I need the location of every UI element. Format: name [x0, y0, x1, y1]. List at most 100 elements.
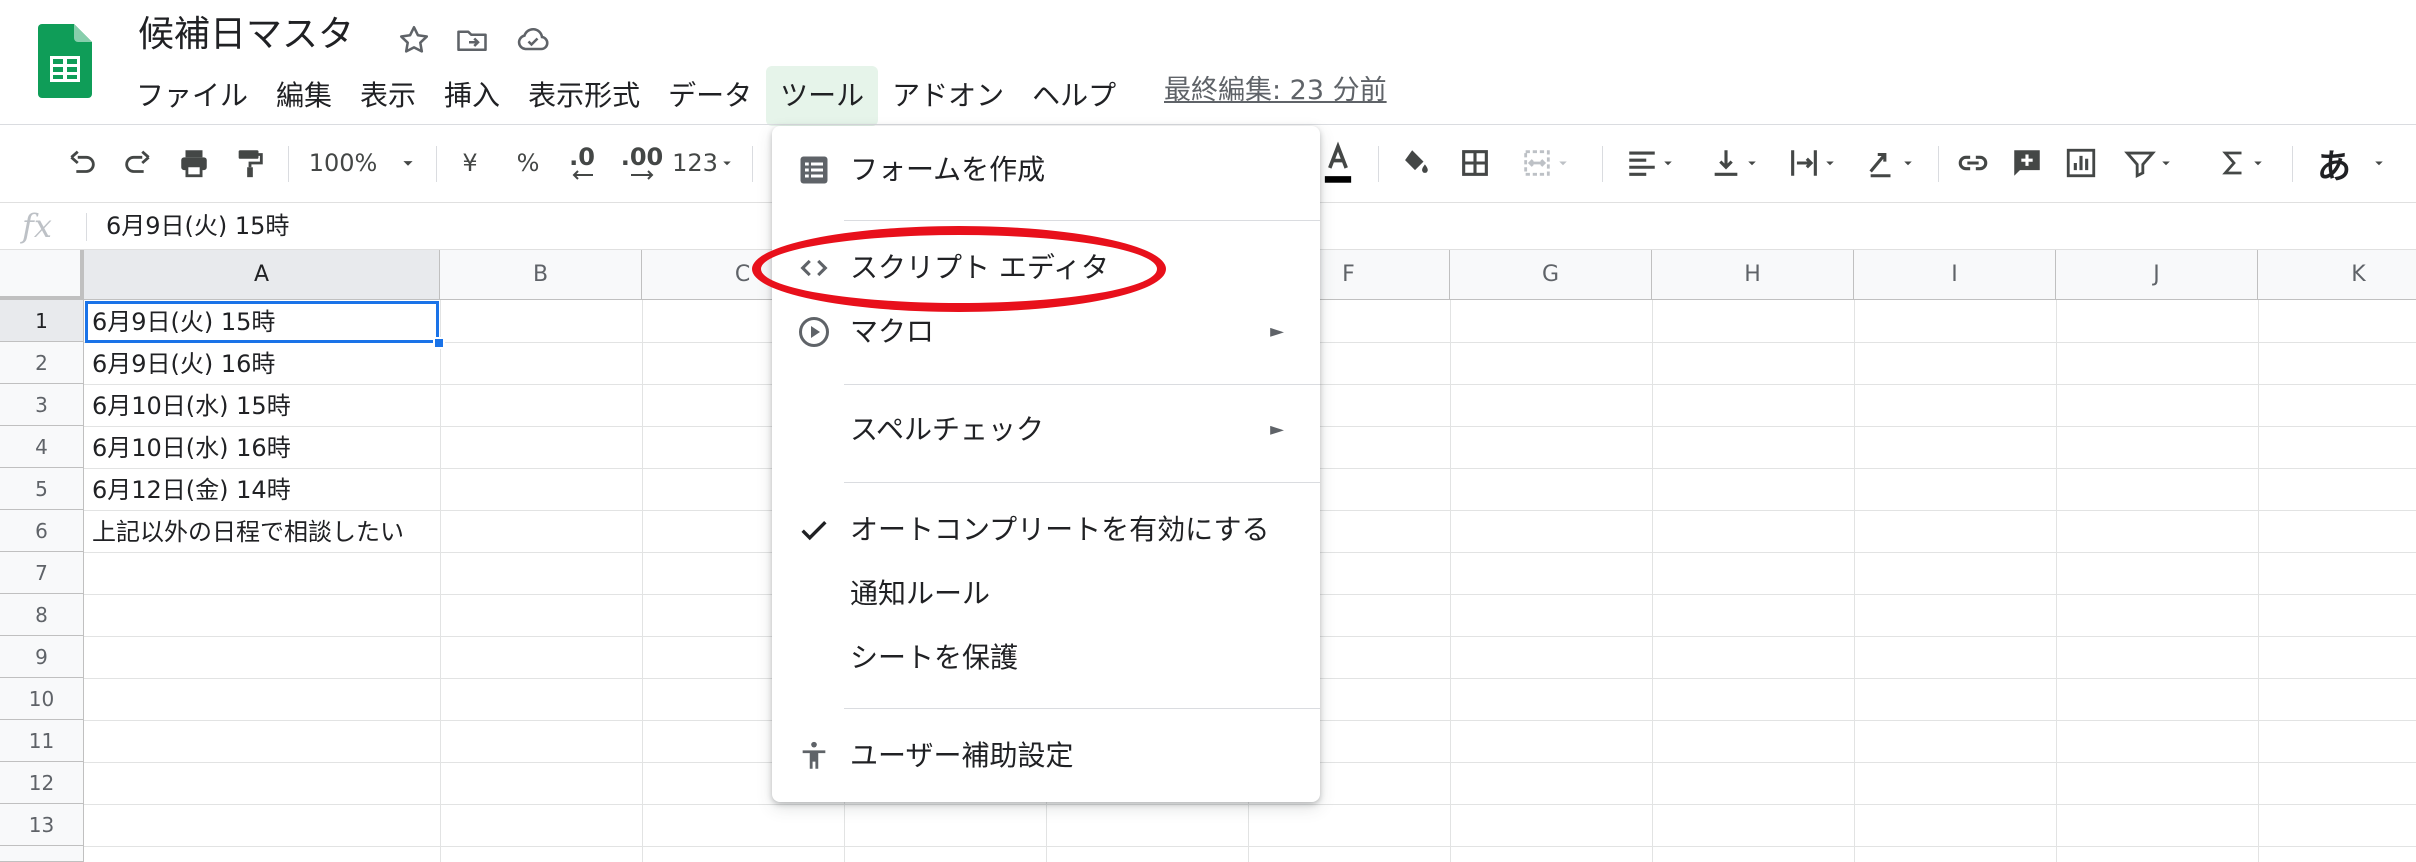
fill-color-icon[interactable] [1392, 138, 1438, 188]
cell-a5[interactable]: 6月12日(金) 14時 [92, 470, 291, 510]
menu-addons[interactable]: アドオン [878, 66, 1018, 126]
column-header-h[interactable]: H [1652, 250, 1854, 300]
last-edit-link[interactable]: 最終編集: 23 分前 [1164, 68, 1387, 114]
menu-separator [844, 384, 1320, 385]
menu-item-protect-sheet[interactable]: シートを保護 [772, 628, 1320, 688]
row-header-1[interactable]: 1 [0, 300, 84, 342]
chevron-down-icon [2254, 161, 2262, 166]
column-header-g[interactable]: G [1450, 250, 1652, 300]
cell-a6[interactable]: 上記以外の日程で相談したい [92, 512, 404, 552]
form-icon [796, 152, 832, 188]
menu-item-spellcheck[interactable]: スペルチェック ► [772, 400, 1320, 460]
move-folder-icon[interactable] [454, 22, 490, 58]
toolbar-separator [1378, 146, 1379, 182]
tools-menu: フォームを作成 スクリプト エディタ マクロ ► スペルチェック ► オートコン… [772, 126, 1320, 802]
column-header-k[interactable]: K [2258, 250, 2416, 300]
row-header-6[interactable]: 6 [0, 510, 84, 552]
chevron-down-icon [1826, 161, 1834, 166]
text-wrapping-icon[interactable] [1778, 138, 1848, 188]
formula-input[interactable]: 6月9日(火) 15時 [106, 203, 289, 249]
functions-icon[interactable] [2208, 138, 2278, 188]
arrow-right-icon [631, 170, 654, 180]
redo-icon[interactable] [114, 138, 162, 188]
toolbar-separator [752, 146, 753, 182]
cell-a2[interactable]: 6月9日(火) 16時 [92, 344, 275, 384]
row-header-12[interactable]: 12 [0, 762, 84, 804]
insert-comment-icon[interactable] [2004, 138, 2050, 188]
chevron-down-icon [1748, 161, 1756, 166]
print-icon[interactable] [170, 138, 218, 188]
menu-edit[interactable]: 編集 [262, 66, 346, 126]
zoom-value: 100% [308, 149, 378, 177]
row-header-4[interactable]: 4 [0, 426, 84, 468]
gridline [84, 804, 2416, 805]
sheets-logo-icon[interactable] [38, 24, 92, 98]
percent-format-button[interactable]: % [508, 138, 548, 188]
column-header-a[interactable]: A [84, 250, 440, 300]
menu-insert[interactable]: 挿入 [430, 66, 514, 126]
menu-item-autocomplete[interactable]: オートコンプリートを有効にする [772, 500, 1320, 560]
menu-view[interactable]: 表示 [346, 66, 430, 126]
highlight-ellipse-annotation [752, 226, 1166, 312]
toolbar-separator [288, 146, 289, 182]
submenu-arrow-icon: ► [1270, 419, 1284, 440]
formula-bar-separator [86, 213, 87, 241]
undo-icon[interactable] [58, 138, 106, 188]
row-header-2[interactable]: 2 [0, 342, 84, 384]
number-format-select[interactable]: 123 [672, 138, 736, 188]
submenu-arrow-icon: ► [1270, 321, 1284, 342]
row-header-8[interactable]: 8 [0, 594, 84, 636]
menu-item-macros[interactable]: マクロ ► [772, 302, 1320, 362]
paint-format-icon[interactable] [226, 138, 274, 188]
menu-tools[interactable]: ツール [766, 66, 879, 126]
zoom-select[interactable]: 100% [304, 138, 424, 188]
insert-link-icon[interactable] [1950, 138, 1996, 188]
row-header-13[interactable]: 13 [0, 804, 84, 846]
row-header-10[interactable]: 10 [0, 678, 84, 720]
column-header-i[interactable]: I [1854, 250, 2056, 300]
menu-format[interactable]: 表示形式 [514, 66, 654, 126]
menu-help[interactable]: ヘルプ [1018, 66, 1130, 126]
text-color-icon[interactable] [1318, 138, 1358, 188]
star-icon[interactable] [396, 22, 432, 58]
horizontal-align-icon[interactable] [1616, 138, 1686, 188]
menu-separator [844, 708, 1320, 709]
menu-item-accessibility[interactable]: ユーザー補助設定 [772, 726, 1320, 786]
menu-data[interactable]: データ [654, 66, 766, 126]
insert-chart-icon[interactable] [2058, 138, 2104, 188]
row-header-7[interactable]: 7 [0, 552, 84, 594]
arrow-left-icon [572, 170, 593, 180]
row-header-5[interactable]: 5 [0, 468, 84, 510]
toolbar-separator [436, 146, 437, 182]
borders-icon[interactable] [1452, 138, 1498, 188]
column-header-j[interactable]: J [2056, 250, 2258, 300]
fill-handle[interactable] [433, 337, 445, 349]
filter-icon[interactable] [2114, 138, 2184, 188]
row-header-3[interactable]: 3 [0, 384, 84, 426]
toolbar-separator [1602, 146, 1603, 182]
column-header-b[interactable]: B [440, 250, 642, 300]
menu-file[interactable]: ファイル [122, 66, 262, 126]
menu-item-create-form[interactable]: フォームを作成 [772, 140, 1320, 200]
currency-format-button[interactable]: ¥ [450, 138, 490, 188]
toolbar-divider [0, 124, 2416, 125]
vertical-align-icon[interactable] [1700, 138, 1770, 188]
chevron-down-icon [1664, 161, 1672, 166]
cell-a3[interactable]: 6月10日(水) 15時 [92, 386, 291, 426]
row-header-11[interactable]: 11 [0, 720, 84, 762]
input-tools-dropdown[interactable] [2364, 138, 2394, 188]
menu-separator [844, 482, 1320, 483]
row-header-9[interactable]: 9 [0, 636, 84, 678]
row-header-14[interactable] [0, 846, 84, 862]
input-tools-button[interactable]: あ [2304, 138, 2364, 188]
active-cell-selection [85, 301, 439, 343]
decrease-decimal-button[interactable]: .0 [560, 138, 604, 188]
menu-item-notification-rules[interactable]: 通知ルール [772, 564, 1320, 624]
text-rotation-icon[interactable] [1856, 138, 1926, 188]
increase-decimal-button[interactable]: .00 [614, 138, 670, 188]
cloud-saved-icon[interactable] [514, 22, 550, 58]
cell-a4[interactable]: 6月10日(水) 16時 [92, 428, 291, 468]
merge-cells-icon[interactable] [1508, 138, 1584, 188]
document-title[interactable]: 候補日マスタ [138, 12, 354, 58]
select-all-corner[interactable] [0, 250, 84, 300]
